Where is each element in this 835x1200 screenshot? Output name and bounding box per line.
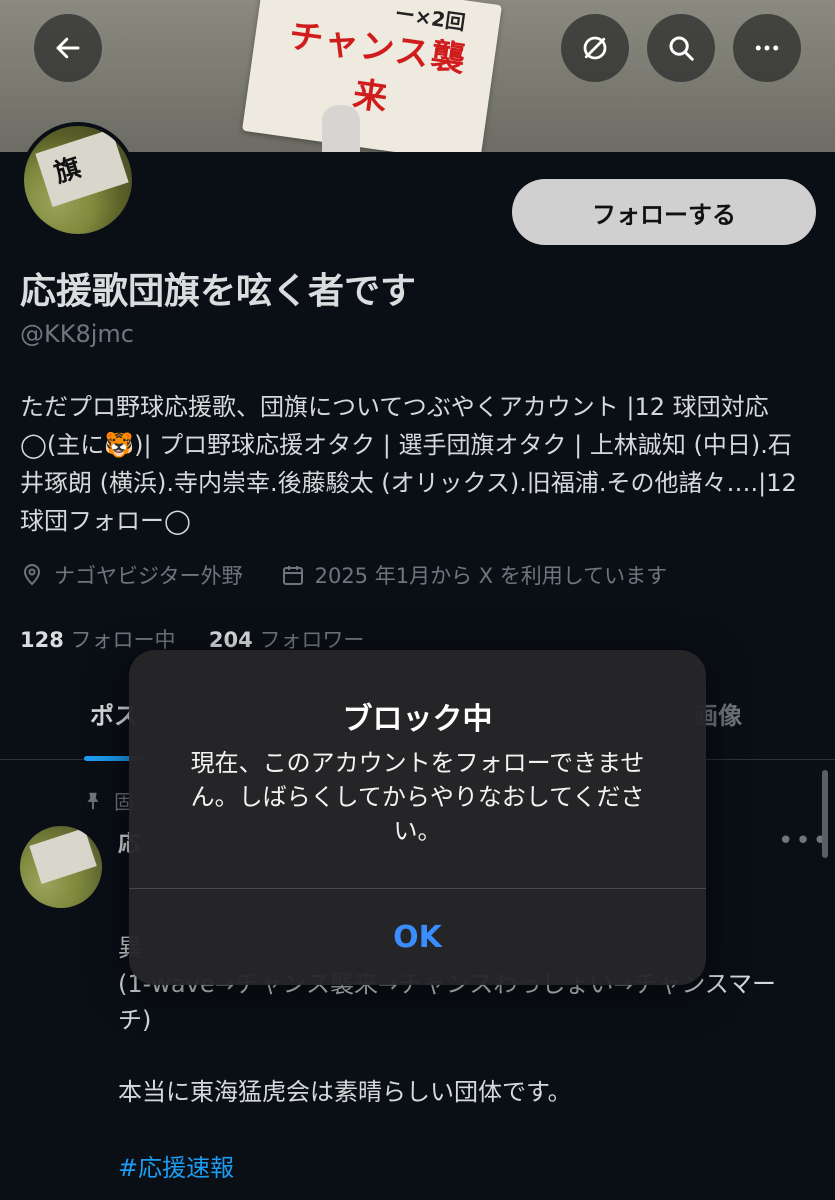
arrow-left-icon bbox=[56, 37, 80, 59]
more-button[interactable] bbox=[733, 14, 801, 82]
handle: @KK8jmc bbox=[20, 320, 134, 348]
profile-banner[interactable]: ー×2回 チャンス襲来 bbox=[0, 0, 835, 152]
avatar-flag bbox=[35, 129, 129, 207]
post-hashtag[interactable]: #応援速報 bbox=[118, 1148, 234, 1183]
joined-text: 2025 年1月から X を利用しています bbox=[314, 564, 668, 588]
profile-meta: ナゴヤビジター外野 2025 年1月から X を利用しています bbox=[20, 560, 667, 590]
mute-button[interactable] bbox=[561, 14, 629, 82]
scrollbar[interactable] bbox=[822, 770, 828, 858]
more-horizontal-icon bbox=[755, 45, 779, 51]
following-count: 128 bbox=[20, 628, 64, 652]
calendar-icon bbox=[282, 566, 303, 585]
post-avatar-flag bbox=[29, 828, 97, 884]
followers-label: フォロワー bbox=[259, 628, 365, 652]
alert-message: 現在、このアカウントをフォローできません。しばらくしてからやりなおしてください。 bbox=[190, 749, 645, 845]
block-alert-dialog: ブロック中 現在、このアカウントをフォローできません。しばらくしてからやりなおし… bbox=[129, 650, 706, 985]
slash-circle-icon bbox=[583, 36, 607, 60]
search-icon bbox=[669, 36, 694, 61]
location-text: ナゴヤビジター外野 bbox=[54, 564, 243, 588]
location-pin-icon bbox=[23, 564, 41, 586]
alert-title: ブロック中 bbox=[342, 702, 493, 737]
pin-icon bbox=[87, 792, 99, 809]
display-name: 応援歌団旗を呟く者です bbox=[20, 271, 417, 312]
following-link[interactable]: 128 フォロー中 bbox=[20, 628, 176, 652]
profile-avatar[interactable]: 旗 bbox=[20, 122, 136, 238]
banner-arm bbox=[322, 105, 360, 152]
alert-ok-button[interactable]: OK bbox=[129, 889, 706, 985]
avatar-image: 旗 bbox=[24, 126, 132, 234]
follow-button[interactable]: フォローする bbox=[512, 179, 816, 245]
pinned-indicator: 固 bbox=[82, 786, 134, 815]
following-label: フォロー中 bbox=[70, 628, 176, 652]
back-button[interactable] bbox=[34, 14, 102, 82]
search-button[interactable] bbox=[647, 14, 715, 82]
followers-link[interactable]: 204 フォロワー bbox=[209, 628, 365, 652]
followers-count: 204 bbox=[208, 628, 253, 652]
post-avatar[interactable] bbox=[20, 826, 102, 908]
profile-bio: ただプロ野球応援歌、団旗についてつぶやくアカウント |12 球団対応◯(主に🐯)… bbox=[20, 393, 797, 535]
post-line-3: 本当に東海猛虎会は素晴らしい団体です。 bbox=[118, 1078, 572, 1106]
